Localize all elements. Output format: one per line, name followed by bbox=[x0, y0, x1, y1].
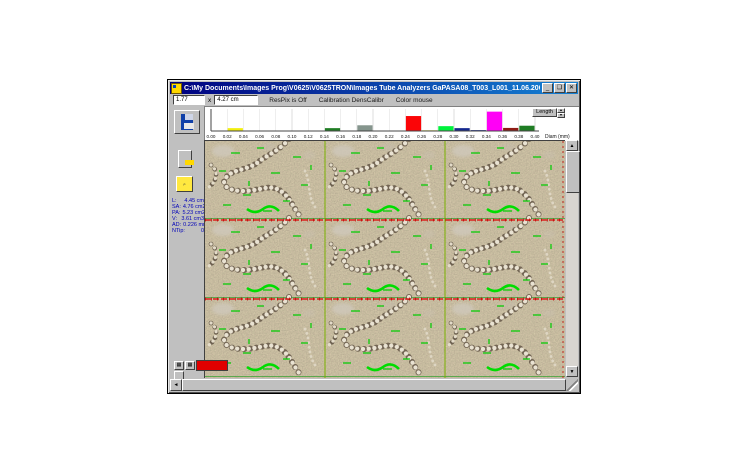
maximize-button[interactable]: ❏ bbox=[554, 83, 565, 93]
analysis-icon bbox=[183, 179, 186, 190]
length-button[interactable]: Length bbox=[532, 108, 557, 117]
diameter-histogram-chart[interactable]: 0.00 0.02 0.04 0.06 0.08 0.10 0.12 0.14 0.16 0.18… bbox=[205, 107, 579, 141]
svg-text:0.08: 0.08 bbox=[271, 134, 280, 139]
capture-button[interactable] bbox=[178, 150, 192, 168]
svg-text:0.00: 0.00 bbox=[207, 134, 216, 139]
menu-item-color-mouse[interactable]: Color mouse bbox=[396, 97, 433, 104]
scroll-down-icon[interactable]: ▼ bbox=[566, 366, 578, 377]
svg-text:0.02: 0.02 bbox=[223, 134, 232, 139]
svg-text:0.18: 0.18 bbox=[352, 134, 361, 139]
svg-text:0.26: 0.26 bbox=[417, 134, 426, 139]
svg-text:0.34: 0.34 bbox=[482, 134, 491, 139]
vertical-scrollbar[interactable]: ▲ ▼ bbox=[566, 140, 578, 377]
svg-text:0.12: 0.12 bbox=[304, 134, 313, 139]
scale-field[interactable]: 1.77 bbox=[173, 95, 205, 105]
histogram-panel: 0.00 0.02 0.04 0.06 0.08 0.10 0.12 0.14 0.16 0.18… bbox=[204, 106, 579, 141]
grid-view-button-2[interactable]: ▦ bbox=[185, 361, 195, 370]
svg-text:0.36: 0.36 bbox=[498, 134, 507, 139]
save-button[interactable] bbox=[174, 110, 200, 134]
svg-text:0.32: 0.32 bbox=[466, 134, 475, 139]
app-icon bbox=[171, 83, 182, 94]
svg-text:0.22: 0.22 bbox=[385, 134, 394, 139]
times-label: x bbox=[208, 97, 211, 104]
svg-text:0.24: 0.24 bbox=[401, 134, 410, 139]
width-field[interactable]: 4.27 cm bbox=[214, 95, 258, 105]
stat-ntip: NTip:0 bbox=[172, 228, 204, 234]
svg-text:0.10: 0.10 bbox=[288, 134, 297, 139]
svg-text:0.30: 0.30 bbox=[450, 134, 459, 139]
window-title: C:\My Documents\Images Prog\V0625\V0625T… bbox=[184, 85, 540, 92]
scroll-up-icon[interactable]: ▲ bbox=[566, 140, 578, 151]
toolbar: 1.77 x 4.27 cm ResPix is Off Calibration … bbox=[170, 94, 578, 106]
save-icon bbox=[181, 114, 193, 130]
close-button[interactable]: ✕ bbox=[566, 83, 577, 93]
active-color-swatch[interactable] bbox=[196, 360, 228, 371]
mini-controls: ▦ ▦ bbox=[174, 360, 228, 371]
root-image bbox=[205, 141, 565, 378]
root-image-viewport[interactable] bbox=[204, 140, 565, 378]
horizontal-scroll-thumb[interactable] bbox=[182, 379, 566, 391]
measurement-stats: L:4.45 cmSA:4.76 cm2PA:5.23 cm2V:3.61 cm… bbox=[172, 198, 204, 234]
menu-bar: ResPix is Off Calibration DensCalibr Color… bbox=[269, 97, 432, 104]
horizontal-scrollbar[interactable]: ◄ ► bbox=[170, 379, 578, 391]
svg-text:0.06: 0.06 bbox=[255, 134, 264, 139]
svg-text:0.38: 0.38 bbox=[514, 134, 523, 139]
svg-text:0.20: 0.20 bbox=[369, 134, 378, 139]
menu-item-calibration-denscalibr[interactable]: Calibration DensCalibr bbox=[319, 97, 384, 104]
app-window: C:\My Documents\Images Prog\V0625\V0625T… bbox=[168, 80, 580, 393]
vertical-scroll-thumb[interactable] bbox=[566, 151, 580, 193]
svg-text:0.28: 0.28 bbox=[433, 134, 442, 139]
spinner-down-icon[interactable]: ▼ bbox=[557, 113, 565, 118]
minimize-button[interactable]: _ bbox=[542, 83, 553, 93]
title-bar[interactable]: C:\My Documents\Images Prog\V0625\V0625T… bbox=[170, 82, 578, 94]
length-spinner: ▲ ▼ bbox=[557, 108, 565, 117]
scroll-left-icon[interactable]: ◄ bbox=[170, 379, 182, 391]
svg-text:0.14: 0.14 bbox=[320, 134, 329, 139]
svg-text:0.16: 0.16 bbox=[336, 134, 345, 139]
desktop: C:\My Documents\Images Prog\V0625\V0625T… bbox=[0, 0, 748, 474]
svg-text:0.04: 0.04 bbox=[239, 134, 248, 139]
menu-item-respix-is-off[interactable]: ResPix is Off bbox=[269, 97, 306, 104]
resize-grip[interactable] bbox=[566, 379, 578, 391]
grid-view-button[interactable]: ▦ bbox=[174, 361, 184, 370]
sidebar: L:4.45 cmSA:4.76 cm2PA:5.23 cm2V:3.61 cm… bbox=[170, 106, 204, 379]
svg-text:0.40: 0.40 bbox=[531, 134, 540, 139]
analysis-button[interactable] bbox=[176, 176, 193, 192]
